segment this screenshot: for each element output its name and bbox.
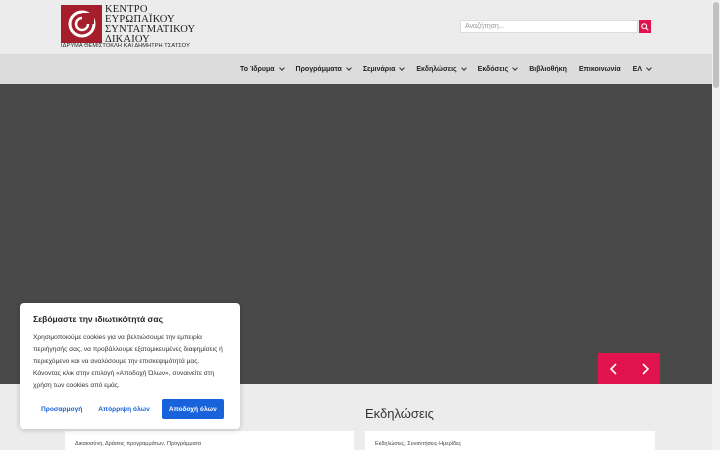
nav-item-events[interactable]: Εκδηλώσεις: [416, 64, 467, 73]
logo-subtitle: ΙΔΡΥΜΑ ΘΕΜΙΣΤΟΚΛΗ ΚΑΙ ΔΗΜΗΤΡΗ ΤΣΑΤΣΟΥ: [61, 43, 190, 49]
nav-item-foundation[interactable]: Το Ίδρυμα: [240, 64, 285, 73]
chevron-right-icon: [641, 362, 649, 375]
chevron-down-icon: [460, 64, 467, 71]
nav-item-label: Προγράμματα: [295, 65, 342, 73]
nav-item-label: Το Ίδρυμα: [240, 65, 275, 73]
events-section-title: Εκδηλώσεις: [365, 406, 434, 421]
search-button[interactable]: [639, 20, 651, 33]
main-navigation: Το Ίδρυμα Προγράμματα Σεμινάρια Εκδηλώσε…: [0, 54, 712, 84]
event-card-tags[interactable]: Εκδηλώσεις, Συναντήσεις-Ημερίδες: [375, 441, 461, 447]
slider-prev-button[interactable]: [598, 353, 629, 384]
post-card[interactable]: Δικαιοσύνη, Δράσεις προγραμμάτων, Προγρά…: [65, 431, 354, 450]
nav-item-label: Βιβλιοθήκη: [529, 65, 567, 73]
nav-item-programs[interactable]: Προγράμματα: [295, 64, 352, 73]
cookie-banner-title: Σεβόμαστε την ιδιωτικότητά σας: [33, 314, 163, 324]
search-input[interactable]: Αναζήτηση...: [460, 20, 638, 33]
slider-next-button[interactable]: [629, 353, 660, 384]
scrollbar-thumb[interactable]: [713, 2, 719, 88]
chevron-left-icon: [609, 362, 617, 375]
page-scrollbar[interactable]: [712, 0, 720, 450]
cookie-banner-actions: Προσαρμογή Απόρριψη όλων Αποδοχή όλων: [33, 399, 224, 419]
nav-item-label: ΕΛ: [632, 65, 642, 73]
accept-all-button[interactable]: Αποδοχή όλων: [161, 399, 224, 419]
nav-item-label: Εκδηλώσεις: [416, 65, 457, 73]
post-card-tags[interactable]: Δικαιοσύνη, Δράσεις προγραμμάτων, Προγρά…: [75, 441, 201, 447]
reject-all-button[interactable]: Απόρριψη όλων: [90, 399, 158, 419]
search-icon: [641, 22, 649, 31]
chevron-down-icon: [399, 64, 406, 71]
chevron-down-icon: [278, 64, 285, 71]
cookie-consent-banner: Σεβόμαστε την ιδιωτικότητά σας Χρησιμοπο…: [20, 303, 240, 429]
site-header: ΚΕΝΤΡΟ ΕΥΡΩΠΑΪΚΟΥ ΣΥΝΤΑΓΜΑΤΙΚΟΥ ΔΙΚΑΙΟΥ …: [0, 0, 712, 54]
event-card[interactable]: Εκδηλώσεις, Συναντήσεις-Ημερίδες: [365, 431, 655, 450]
chevron-down-icon: [346, 64, 352, 71]
language-switcher[interactable]: ΕΛ: [632, 64, 652, 73]
logo-emblem-icon: [61, 5, 102, 43]
chevron-down-icon: [512, 64, 519, 71]
nav-item-seminars[interactable]: Σεμινάρια: [362, 64, 406, 73]
customize-cookies-button[interactable]: Προσαρμογή: [33, 399, 90, 419]
chevron-down-icon: [646, 64, 652, 71]
nav-item-label: Επικοινωνία: [578, 65, 621, 73]
nav-item-label: Σεμινάρια: [362, 65, 396, 73]
logo-wordmark: ΚΕΝΤΡΟ ΕΥΡΩΠΑΪΚΟΥ ΣΥΝΤΑΓΜΑΤΙΚΟΥ ΔΙΚΑΙΟΥ: [105, 4, 195, 45]
nav-item-contact[interactable]: Επικοινωνία: [579, 66, 621, 73]
nav-item-publications[interactable]: Εκδόσεις: [477, 64, 519, 73]
nav-item-label: Εκδόσεις: [477, 65, 509, 73]
site-logo[interactable]: ΚΕΝΤΡΟ ΕΥΡΩΠΑΪΚΟΥ ΣΥΝΤΑΓΜΑΤΙΚΟΥ ΔΙΚΑΙΟΥ: [61, 4, 195, 45]
cookie-banner-text: Χρησιμοποιούμε cookies για να βελτιώσουμ…: [33, 334, 223, 389]
nav-item-library[interactable]: Βιβλιοθήκη: [529, 66, 567, 73]
